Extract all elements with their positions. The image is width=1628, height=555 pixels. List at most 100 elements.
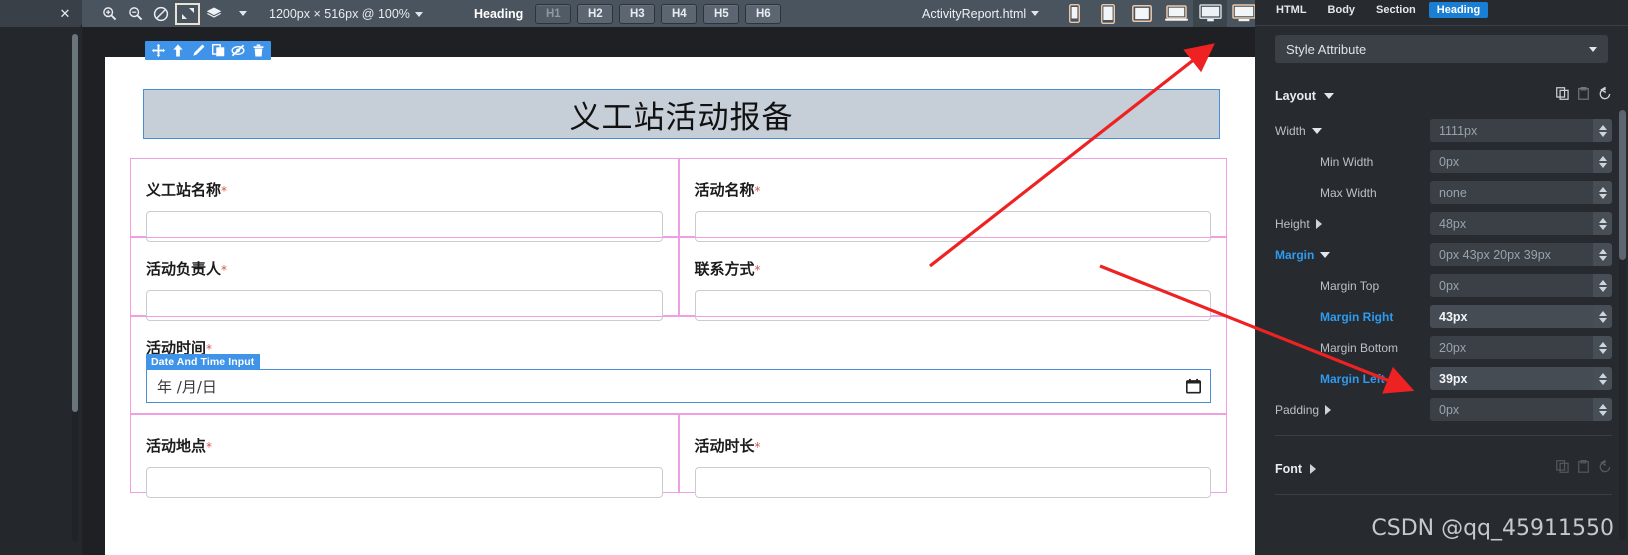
- paste-icon[interactable]: [1578, 459, 1589, 478]
- app-root: ✕ 1200px × 516px @ 100% Heading H1 H2 H3…: [0, 0, 1628, 555]
- stepper-margin-right[interactable]: [1593, 305, 1612, 328]
- style-source-select-wrapper: Style Attribute: [1255, 26, 1628, 63]
- property-label-width[interactable]: Width: [1275, 124, 1430, 138]
- file-name-dropdown[interactable]: ActivityReport.html: [922, 0, 1040, 27]
- chevron-down-icon[interactable]: [1323, 93, 1334, 99]
- property-field-margin-top[interactable]: 0px: [1430, 274, 1612, 297]
- select-parent-icon[interactable]: [169, 42, 187, 59]
- stepper-min-width[interactable]: [1593, 150, 1612, 173]
- device-phone-portrait-icon[interactable]: [1057, 0, 1091, 27]
- form-cell-activity-duration[interactable]: 活动时长*: [678, 414, 1227, 498]
- canvas-dimensions-label[interactable]: 1200px × 516px @ 100%: [269, 7, 423, 21]
- section-title-text: Layout: [1275, 89, 1316, 103]
- heading-group-label: Heading: [474, 6, 524, 21]
- property-field-max-width[interactable]: none: [1430, 181, 1612, 204]
- property-value-margin-right: 43px: [1439, 309, 1468, 324]
- stepper-padding[interactable]: [1593, 398, 1612, 421]
- heading-button-h1[interactable]: H1: [535, 3, 572, 24]
- zoom-in-icon[interactable]: [96, 2, 122, 26]
- zoom-out-icon[interactable]: [122, 2, 148, 26]
- edit-icon[interactable]: [189, 42, 207, 59]
- reset-icon[interactable]: [1598, 85, 1612, 106]
- tab-html[interactable]: HTML: [1268, 2, 1315, 18]
- property-label-text: Min Width: [1320, 154, 1374, 169]
- property-label-margin[interactable]: Margin: [1275, 248, 1430, 262]
- chevron-down-icon[interactable]: [1320, 251, 1331, 258]
- property-field-margin-right[interactable]: 43px: [1430, 305, 1612, 328]
- property-value-max-width: none: [1439, 185, 1467, 200]
- chevron-right-icon[interactable]: [1310, 464, 1317, 474]
- left-panel-scrollbar[interactable]: [72, 34, 78, 542]
- chevron-down-icon[interactable]: [1031, 11, 1040, 16]
- chevron-right-icon[interactable]: [1325, 404, 1332, 415]
- copy-icon[interactable]: [1556, 460, 1569, 478]
- tab-body[interactable]: Body: [1320, 2, 1364, 18]
- section-title-font[interactable]: Font: [1275, 462, 1317, 476]
- heading-button-h2[interactable]: H2: [577, 3, 614, 24]
- stepper-height[interactable]: [1593, 212, 1612, 235]
- stepper-max-width[interactable]: [1593, 181, 1612, 204]
- panel-scrollbar[interactable]: [1619, 110, 1626, 540]
- heading-button-h5[interactable]: H5: [703, 3, 740, 24]
- fit-to-screen-icon[interactable]: [175, 2, 200, 25]
- property-field-margin-bottom[interactable]: 20px: [1430, 336, 1612, 359]
- form-cell-activity-owner[interactable]: 活动负责人*: [130, 237, 679, 321]
- chevron-down-icon[interactable]: [414, 11, 423, 17]
- stepper-margin[interactable]: [1593, 243, 1612, 266]
- activity-date-input[interactable]: 年 /月/日: [146, 369, 1211, 403]
- left-panel: ✕: [0, 0, 82, 555]
- form-cell-activity-name[interactable]: 活动名称*: [678, 158, 1227, 242]
- device-desktop-icon[interactable]: [1193, 0, 1227, 27]
- style-attribute-select[interactable]: Style Attribute: [1275, 35, 1608, 63]
- property-field-margin[interactable]: 0px 43px 20px 39px: [1430, 243, 1612, 266]
- move-icon[interactable]: [149, 42, 167, 59]
- stepper-width[interactable]: [1593, 119, 1612, 142]
- heading-button-h6[interactable]: H6: [745, 3, 782, 24]
- device-tablet-icon[interactable]: [1125, 0, 1159, 27]
- property-label-text: Margin Left: [1320, 371, 1385, 386]
- device-laptop-icon[interactable]: [1159, 0, 1193, 27]
- tab-section[interactable]: Section: [1368, 2, 1424, 18]
- field-label: 活动负责人*: [146, 258, 227, 279]
- reset-icon[interactable]: [1598, 458, 1612, 479]
- canvas-viewport: 义工站活动报备 义工站名称* 活动名称* 活动负责人* 联系方式* 活动时间* …: [105, 27, 1255, 555]
- form-cell-contact[interactable]: 联系方式*: [678, 237, 1227, 321]
- chevron-right-icon[interactable]: [1315, 218, 1322, 229]
- property-field-padding[interactable]: 0px: [1430, 398, 1612, 421]
- page-heading-block[interactable]: 义工站活动报备: [143, 89, 1220, 139]
- property-label-text: Max Width: [1320, 185, 1377, 200]
- heading-button-h4[interactable]: H4: [661, 3, 698, 24]
- property-field-height[interactable]: 48px: [1430, 212, 1612, 235]
- stepper-margin-bottom[interactable]: [1593, 336, 1612, 359]
- panel-scroll-thumb[interactable]: [1619, 110, 1626, 260]
- stepper-margin-top[interactable]: [1593, 274, 1612, 297]
- layers-icon[interactable]: [201, 2, 227, 26]
- property-label-padding[interactable]: Padding: [1275, 403, 1430, 417]
- close-icon[interactable]: ✕: [59, 7, 71, 20]
- section-title-layout[interactable]: Layout: [1275, 89, 1334, 103]
- no-scale-icon[interactable]: [148, 2, 174, 26]
- copy-icon[interactable]: [1556, 87, 1569, 105]
- chevron-down-icon[interactable]: [1589, 46, 1597, 52]
- paste-icon[interactable]: [1578, 86, 1589, 105]
- layers-dropdown-caret[interactable]: [227, 2, 253, 26]
- delete-icon[interactable]: [249, 42, 267, 59]
- heading-button-h3[interactable]: H3: [619, 3, 656, 24]
- stepper-margin-left[interactable]: [1593, 367, 1612, 390]
- activity-duration-input[interactable]: [694, 467, 1211, 498]
- property-label-height[interactable]: Height: [1275, 217, 1430, 231]
- calendar-icon[interactable]: [1186, 378, 1201, 394]
- property-field-width[interactable]: 1111px: [1430, 119, 1612, 142]
- left-panel-scroll-thumb[interactable]: [72, 34, 78, 412]
- duplicate-icon[interactable]: [209, 42, 227, 59]
- property-field-min-width[interactable]: 0px: [1430, 150, 1612, 173]
- form-cell-activity-time[interactable]: 活动时间* Date And Time Input 年 /月/日: [130, 316, 1227, 414]
- tab-heading[interactable]: Heading: [1428, 1, 1489, 18]
- hide-icon[interactable]: [229, 42, 247, 59]
- form-cell-activity-place[interactable]: 活动地点*: [130, 414, 679, 498]
- activity-place-input[interactable]: [146, 467, 663, 498]
- form-cell-station-name[interactable]: 义工站名称*: [130, 158, 679, 242]
- chevron-down-icon[interactable]: [1311, 127, 1322, 134]
- property-field-margin-left[interactable]: 39px: [1430, 367, 1612, 390]
- device-phone-large-icon[interactable]: [1091, 0, 1125, 27]
